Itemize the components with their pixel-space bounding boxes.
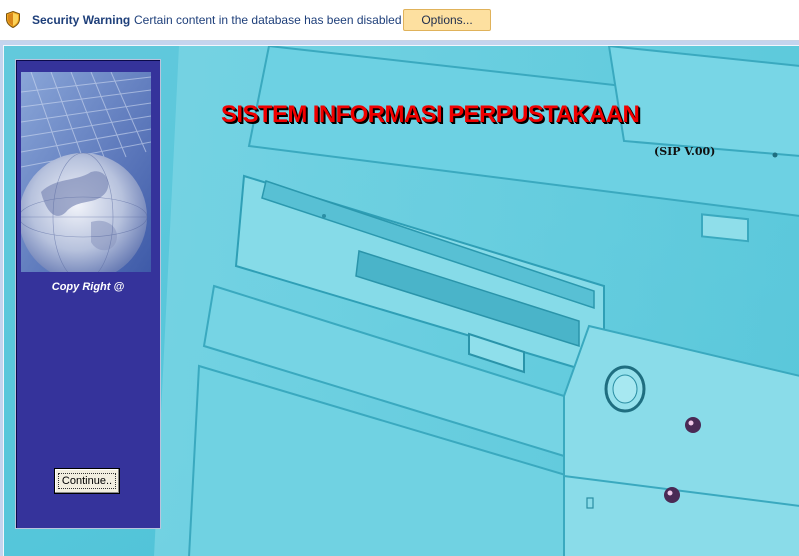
shield-warning-icon [6,10,20,29]
security-warning-message: Certain content in the database has been… [134,13,402,27]
form-area: Copy Right @ Continue.. SISTEM INFORMASI… [0,41,799,556]
copyright-label: Copy Right @ [51,281,125,293]
options-button[interactable]: Options... [403,9,491,31]
continue-button-label: Continue.. [57,473,117,489]
security-warning-title: Security Warning [32,13,131,27]
page-title: SISTEM INFORMASI PERPUSTAKAAN [221,101,640,128]
security-warning-bar: Security Warning Certain content in the … [0,0,799,41]
left-panel: Copy Right @ Continue.. [15,59,161,529]
form-background: Copy Right @ Continue.. SISTEM INFORMASI… [3,45,799,556]
version-subtitle: (SIP V.00) [654,145,716,158]
continue-button[interactable]: Continue.. [54,468,120,494]
keyboard-globe-picture [21,72,151,272]
